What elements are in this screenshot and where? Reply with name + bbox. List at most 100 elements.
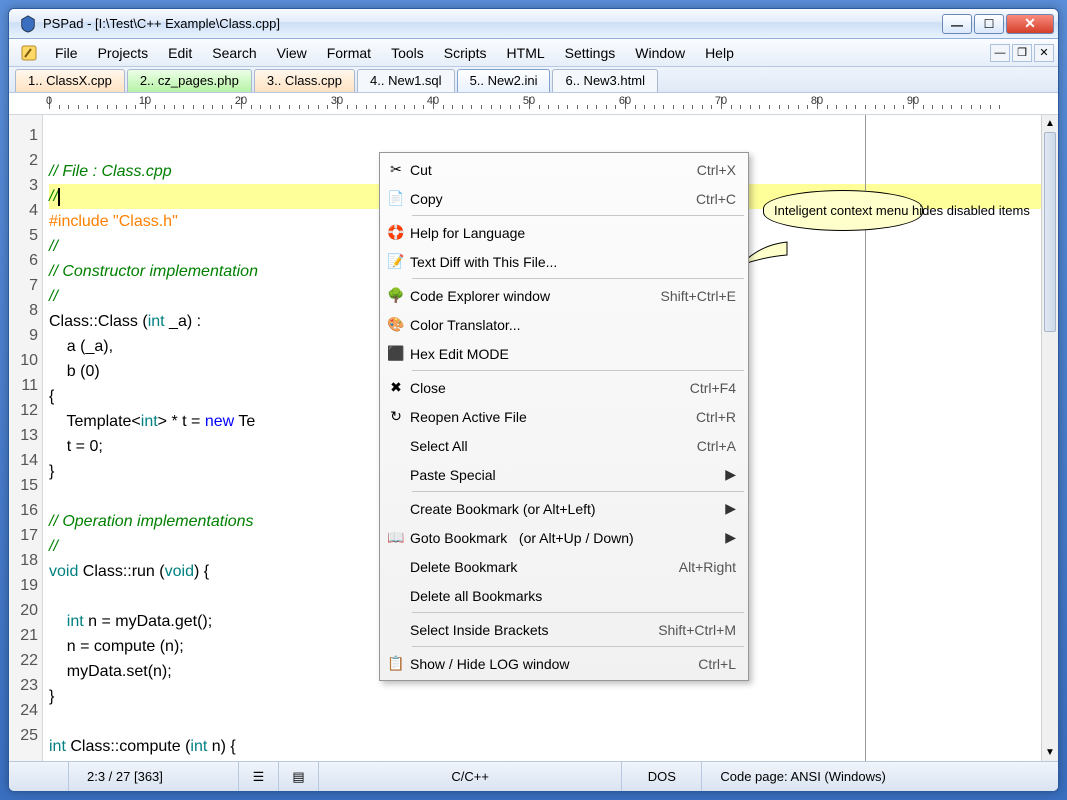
code-area[interactable]: // File : Class.cpp//#include "Class.h"/… (43, 115, 1041, 761)
menu-view[interactable]: View (267, 42, 317, 64)
context-menu-label: Help for Language (410, 225, 716, 241)
file-tab[interactable]: 4.. New1.sql (357, 69, 455, 92)
align-icon[interactable]: ☰ (239, 762, 279, 791)
line-number: 14 (9, 448, 38, 473)
code-line[interactable]: } (49, 684, 1041, 709)
context-menu: ✂CutCtrl+X📄CopyCtrl+C🛟Help for Language📝… (379, 152, 749, 681)
context-menu-item[interactable]: 📖Goto Bookmark (or Alt+Up / Down)▶ (382, 523, 746, 552)
copy-icon: 📄 (382, 190, 410, 207)
file-tab[interactable]: 6.. New3.html (552, 69, 657, 92)
maximize-button[interactable] (974, 14, 1004, 34)
line-number: 19 (9, 573, 38, 598)
line-number: 3 (9, 173, 38, 198)
code-explorer-window-icon: 🌳 (382, 287, 410, 304)
menu-separator (412, 278, 744, 279)
statusbar: 2:3 / 27 [363] ☰ ▤ C/C++ DOS Code page: … (9, 761, 1058, 791)
close-button[interactable] (1006, 14, 1054, 34)
file-tab[interactable]: 3.. Class.cpp (254, 69, 355, 92)
context-menu-label: Hex Edit MODE (410, 346, 716, 362)
mdi-close-button[interactable]: ✕ (1034, 44, 1054, 62)
context-menu-item[interactable]: Delete all Bookmarks (382, 581, 746, 610)
help-for-language-icon: 🛟 (382, 224, 410, 241)
menu-format[interactable]: Format (317, 42, 381, 64)
code-line[interactable] (49, 709, 1041, 734)
vertical-scrollbar[interactable]: ▲ ▼ (1041, 115, 1058, 761)
line-number: 15 (9, 473, 38, 498)
window-title: PSPad - [I:\Test\C++ Example\Class.cpp] (43, 16, 940, 31)
context-menu-item[interactable]: Paste Special▶ (382, 460, 746, 489)
menu-separator (412, 491, 744, 492)
misc-icon[interactable]: ▤ (279, 762, 319, 791)
context-menu-label: Text Diff with This File... (410, 254, 716, 270)
scroll-up-icon[interactable]: ▲ (1042, 115, 1058, 132)
line-number: 20 (9, 598, 38, 623)
context-menu-label: Color Translator... (410, 317, 716, 333)
code-line[interactable]: int Class::compute (int n) { (49, 734, 1041, 759)
context-menu-label: Paste Special (410, 467, 725, 483)
context-menu-item[interactable]: 📝Text Diff with This File... (382, 247, 746, 276)
menu-search[interactable]: Search (202, 42, 266, 64)
line-number: 24 (9, 698, 38, 723)
line-number: 9 (9, 323, 38, 348)
mdi-minimize-button[interactable]: — (990, 44, 1010, 62)
menubar-icon (19, 43, 39, 63)
menu-tools[interactable]: Tools (381, 42, 434, 64)
menu-settings[interactable]: Settings (555, 42, 626, 64)
line-number: 4 (9, 198, 38, 223)
file-tab[interactable]: 1.. ClassX.cpp (15, 69, 125, 92)
close-icon: ✖ (382, 379, 410, 396)
menu-edit[interactable]: Edit (158, 42, 202, 64)
menu-separator (412, 646, 744, 647)
menu-scripts[interactable]: Scripts (434, 42, 497, 64)
minimize-button[interactable] (942, 14, 972, 34)
context-menu-item[interactable]: Delete Bookmark Alt+Right (382, 552, 746, 581)
context-menu-item[interactable]: 🌳Code Explorer windowShift+Ctrl+E (382, 281, 746, 310)
color-translator--icon: 🎨 (382, 316, 410, 333)
context-menu-label: Show / Hide LOG window (410, 656, 678, 672)
reopen-active-file-icon: ↻ (382, 408, 410, 425)
line-number: 17 (9, 523, 38, 548)
file-tab[interactable]: 2.. cz_pages.php (127, 69, 252, 92)
app-window: PSPad - [I:\Test\C++ Example\Class.cpp] … (8, 8, 1059, 792)
scrollbar-thumb[interactable] (1044, 132, 1056, 332)
context-menu-item[interactable]: ✖CloseCtrl+F4 (382, 373, 746, 402)
line-number: 22 (9, 648, 38, 673)
context-menu-item[interactable]: Create Bookmark (or Alt+Left)▶ (382, 494, 746, 523)
scroll-down-icon[interactable]: ▼ (1042, 744, 1058, 761)
menu-projects[interactable]: Projects (88, 42, 159, 64)
file-tab[interactable]: 5.. New2.ini (457, 69, 551, 92)
context-menu-item[interactable]: Select Inside BracketsShift+Ctrl+M (382, 615, 746, 644)
language-indicator: C/C++ (319, 762, 622, 791)
context-menu-item[interactable]: Select AllCtrl+A (382, 431, 746, 460)
context-menu-item[interactable]: ✂CutCtrl+X (382, 155, 746, 184)
context-menu-item[interactable]: 📄CopyCtrl+C (382, 184, 746, 213)
context-menu-label: Cut (410, 162, 677, 178)
menu-help[interactable]: Help (695, 42, 744, 64)
menu-html[interactable]: HTML (497, 42, 555, 64)
code-line[interactable]: return n * 2; (49, 759, 1041, 761)
context-menu-label: Code Explorer window (410, 288, 641, 304)
context-menu-label: Select Inside Brackets (410, 622, 638, 638)
context-menu-item[interactable]: 📋Show / Hide LOG windowCtrl+L (382, 649, 746, 678)
context-menu-item[interactable]: ↻Reopen Active FileCtrl+R (382, 402, 746, 431)
context-menu-item[interactable]: ⬛Hex Edit MODE (382, 339, 746, 368)
line-number: 21 (9, 623, 38, 648)
line-number: 18 (9, 548, 38, 573)
line-number: 16 (9, 498, 38, 523)
encoding-indicator: Code page: ANSI (Windows) (702, 762, 1058, 791)
tabbar: 1.. ClassX.cpp2.. cz_pages.php3.. Class.… (9, 67, 1058, 93)
menu-window[interactable]: Window (625, 42, 695, 64)
context-menu-label: Delete Bookmark (410, 559, 659, 575)
context-menu-shortcut: Ctrl+X (697, 162, 736, 178)
callout-bubble: Inteligent context menu hides disabled i… (763, 190, 923, 231)
line-number: 8 (9, 298, 38, 323)
context-menu-item[interactable]: 🎨Color Translator... (382, 310, 746, 339)
context-menu-label: Goto Bookmark (or Alt+Up / Down) (410, 530, 725, 546)
mdi-restore-button[interactable]: ❐ (1012, 44, 1032, 62)
menu-file[interactable]: File (45, 42, 88, 64)
menu-separator (412, 612, 744, 613)
context-menu-item[interactable]: 🛟Help for Language (382, 218, 746, 247)
line-number: 11 (9, 373, 38, 398)
context-menu-shortcut: Alt+Right (679, 559, 736, 575)
context-menu-shortcut: Ctrl+A (697, 438, 736, 454)
